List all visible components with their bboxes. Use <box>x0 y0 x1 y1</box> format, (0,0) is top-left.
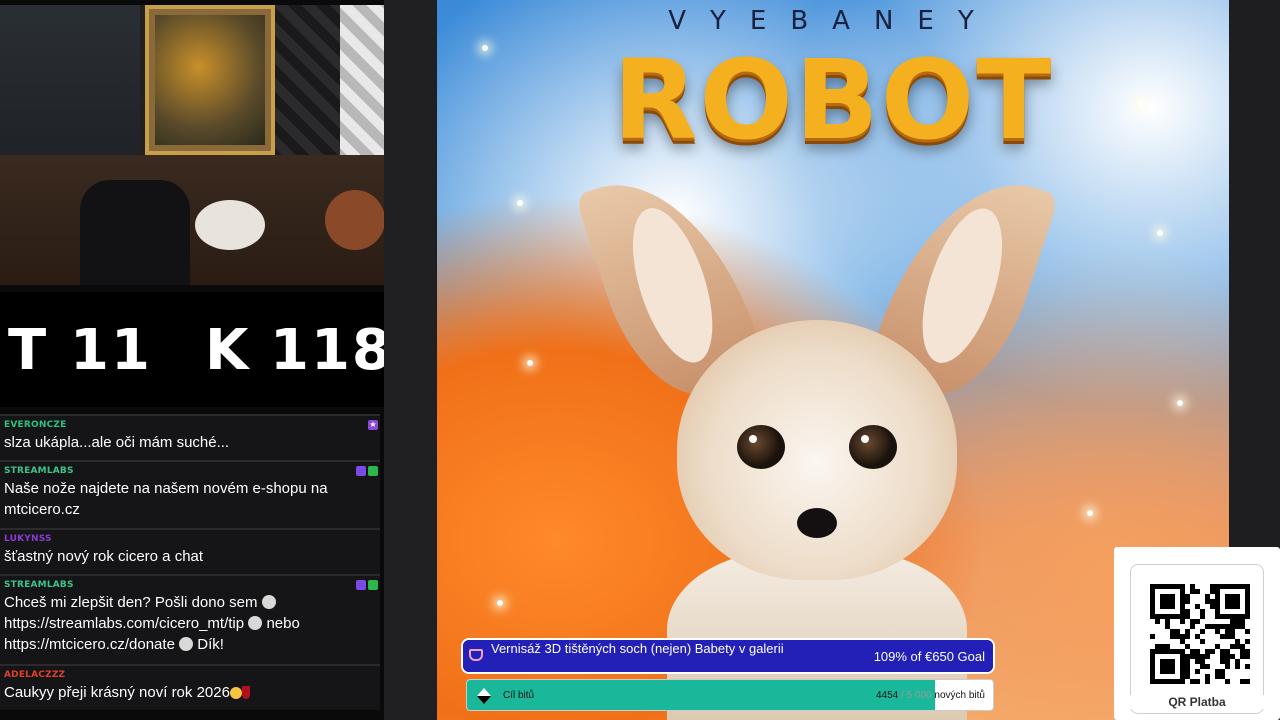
bits-current: 4454 <box>876 690 899 701</box>
chat-message: LUKYNSS šťastný nový rok cicero a chat <box>0 528 380 574</box>
qr-code[interactable] <box>1150 584 1250 684</box>
qr-payment-panel: QR Platba <box>1114 547 1280 720</box>
counter-t-value: 11 <box>70 318 152 383</box>
chat-username[interactable]: STREAMLABS <box>4 580 376 592</box>
chat-panel: EVERONCZE ★ slza ukápla...ale oči mám su… <box>0 414 384 720</box>
qr-label: QR Platba <box>1130 695 1264 709</box>
skull-emoji-icon <box>261 595 276 609</box>
smile-emoji-icon <box>229 687 242 699</box>
chat-text: Naše nože najdete na našem novém e-shopu… <box>4 480 328 518</box>
bits-goal-fill <box>467 680 936 710</box>
fox-nose <box>797 508 837 538</box>
sparkle-icon <box>1157 230 1163 236</box>
chat-text-part: Caukyy přeji krásný noví rok 2026 <box>4 684 230 701</box>
skull-emoji-icon <box>248 616 263 630</box>
moderator-badge-icon <box>356 466 366 476</box>
chat-username[interactable]: STREAMLABS <box>4 466 376 478</box>
art-subtitle: VYEBANEY <box>668 6 998 36</box>
album-art: VYEBANEY ROBOT <box>437 0 1229 720</box>
counter-k-label: K <box>205 318 251 383</box>
chat-message: STREAMLABS Chceš mi zlepšit den? Pošli d… <box>0 574 380 664</box>
webcam-feed <box>0 5 384 285</box>
left-panel: T 11 K 118 EVERONCZE ★ slza ukápla...ale… <box>0 0 391 720</box>
chat-username[interactable]: ADELACZZZ <box>4 670 376 682</box>
chat-text: Chceš mi zlepšit den? Pošli dono sem htt… <box>4 592 376 655</box>
chat-text-part: nebo <box>266 615 300 632</box>
chat-link[interactable]: https://streamlabs.com/cicero_mt/tip <box>4 615 244 632</box>
fox-head <box>677 320 957 580</box>
background-gap <box>384 0 436 720</box>
art-title: ROBOT <box>612 36 1054 164</box>
bits-suffix: nových bitů <box>934 690 985 701</box>
chat-link[interactable]: https://mtcicero.cz/donate <box>4 636 175 653</box>
wine-glass-emoji-icon <box>241 686 250 699</box>
chat-text-part: Dík! <box>197 636 224 653</box>
chat-message: EVERONCZE ★ slza ukápla...ale oči mám su… <box>0 414 380 460</box>
chat-badges <box>356 466 378 476</box>
webcam-chair <box>80 180 190 285</box>
bits-target: 5 000 <box>906 690 932 701</box>
webcam-bowl <box>195 200 265 250</box>
bits-goal-label: Cíl bitů <box>503 690 535 701</box>
webcam-pot <box>325 190 384 250</box>
counter-t-label: T <box>8 318 49 383</box>
donation-goal-amount: 109% of €650 Goal <box>873 649 985 664</box>
counter-k-value: 118 <box>270 318 393 383</box>
fox-eye-left <box>737 425 785 469</box>
chat-username[interactable]: EVERONCZE <box>4 420 376 432</box>
chat-text: slza ukápla...ale oči mám suché... <box>4 434 230 451</box>
donation-goal-widget: Vernisáž 3D tištěných soch (nejen) Babet… <box>461 638 995 674</box>
chat-text: šťastný nový rok cicero a chat <box>4 548 204 565</box>
bits-goal-numbers: 4454 / 5 000 nových bitů <box>876 690 985 701</box>
tk-counter: T 11 K 118 <box>0 292 391 407</box>
chat-badges <box>356 580 378 590</box>
webcam-painting <box>145 5 275 155</box>
chat-text: Caukyy přeji krásný noví rok 2026 <box>4 682 376 703</box>
chat-message: ADELACZZZ Caukyy přeji krásný noví rok 2… <box>0 664 380 710</box>
moderator-badge-icon <box>356 580 366 590</box>
sparkle-icon <box>527 360 533 366</box>
chat-message: STREAMLABS Naše nože najdete na našem no… <box>0 460 380 528</box>
chat-username[interactable]: LUKYNSS <box>4 534 376 546</box>
cup-icon <box>469 649 483 661</box>
verified-badge-icon <box>368 580 378 590</box>
verified-badge-icon <box>368 466 378 476</box>
chat-text-part: Chceš mi zlepšit den? Pošli dono sem <box>4 594 258 611</box>
star-badge-icon: ★ <box>368 420 378 430</box>
sparkle-icon <box>1177 400 1183 406</box>
donation-goal-title: Vernisáž 3D tištěných soch (nejen) Babet… <box>491 641 784 656</box>
sparkle-icon <box>517 200 523 206</box>
bits-goal-widget: Cíl bitů 4454 / 5 000 nových bitů <box>466 679 994 711</box>
fox-eye-right <box>849 425 897 469</box>
chat-badges: ★ <box>368 420 378 430</box>
sparkle-icon <box>1087 510 1093 516</box>
bits-separator: / <box>901 690 904 701</box>
skull-emoji-icon <box>179 637 194 651</box>
sparkle-icon <box>497 600 503 606</box>
